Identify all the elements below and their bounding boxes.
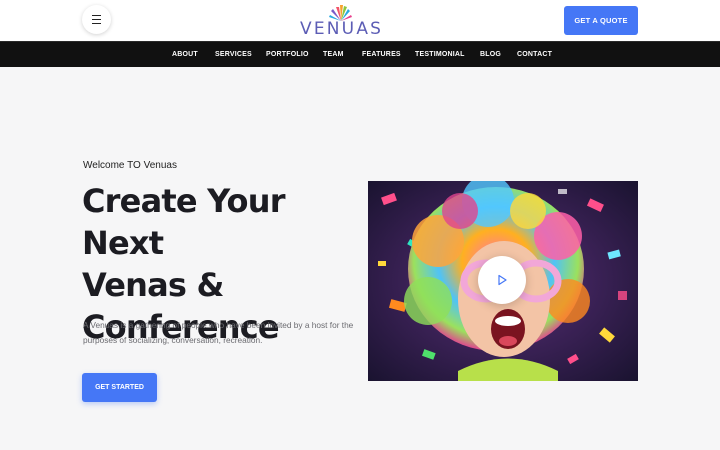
play-video-button[interactable] <box>478 256 526 304</box>
hero-welcome-text: Welcome TO Venuas <box>83 160 177 171</box>
hamburger-icon-line <box>92 22 101 25</box>
hero-title-line: Venas & <box>82 266 224 304</box>
get-a-quote-button[interactable]: GET A QUOTE <box>564 6 638 35</box>
nav-item-testimonial[interactable]: TESTIMONIAL <box>415 42 465 68</box>
hero-title-line: Create Your Next <box>82 182 285 262</box>
get-started-button[interactable]: GET STARTED <box>82 373 157 402</box>
play-icon <box>498 274 507 286</box>
nav-item-services[interactable]: SERVICES <box>215 42 252 68</box>
hero-description: A Venuas is a gathering of people who ha… <box>83 320 354 345</box>
top-header: VENUAS GET A QUOTE <box>0 0 720 41</box>
nav-item-about[interactable]: ABOUT <box>172 42 198 68</box>
nav-item-team[interactable]: TEAM <box>323 42 344 68</box>
hamburger-menu-button[interactable] <box>82 5 111 34</box>
hamburger-icon-line <box>92 14 101 17</box>
nav-item-blog[interactable]: BLOG <box>480 42 501 68</box>
nav-list: ABOUT SERVICES PORTFOLIO TEAM FEATURES T… <box>0 42 720 68</box>
nav-item-contact[interactable]: CONTACT <box>517 42 552 68</box>
site-logo[interactable]: VENUAS <box>300 5 384 39</box>
nav-item-portfolio[interactable]: PORTFOLIO <box>266 42 309 68</box>
logo-wordmark: VENUAS <box>300 19 384 39</box>
nav-item-features[interactable]: FEATURES <box>362 42 401 68</box>
main-navigation: ABOUT SERVICES PORTFOLIO TEAM FEATURES T… <box>0 41 720 67</box>
hamburger-icon-line <box>92 18 101 21</box>
